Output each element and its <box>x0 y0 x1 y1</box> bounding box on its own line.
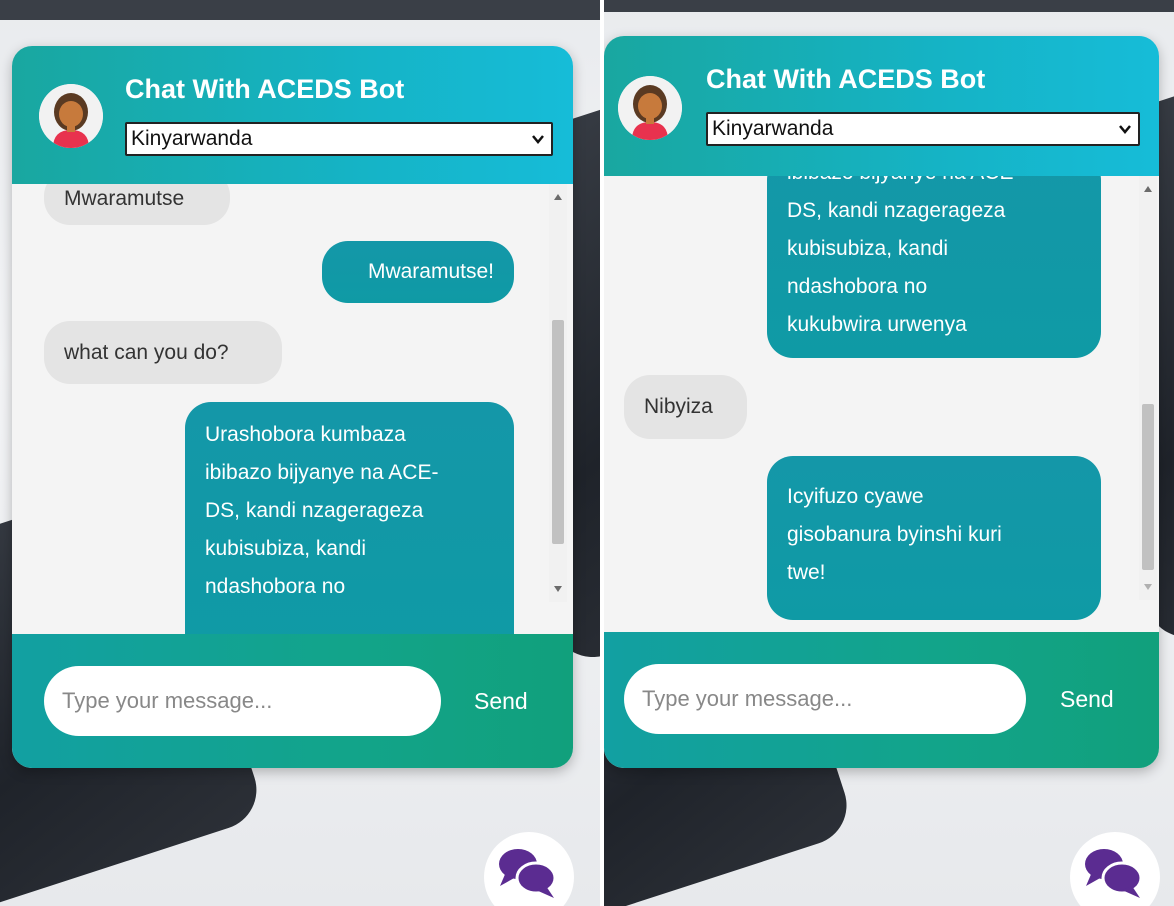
scroll-down-arrow[interactable] <box>554 586 562 592</box>
language-select-value: Kinyarwanda <box>712 117 834 140</box>
bot-message: Mwaramutse <box>44 184 230 225</box>
chat-window: Chat With ACEDS Bot Kinyarwanda ibibazo … <box>604 36 1159 768</box>
bot-message: what can you do? <box>44 321 282 384</box>
language-select[interactable]: Kinyarwanda <box>706 112 1140 146</box>
chat-title: Chat With ACEDS Bot <box>706 64 986 94</box>
bot-message: Nibyiza <box>624 375 747 439</box>
chat-window: Chat With ACEDS Bot Kinyarwanda Mwaramut… <box>12 46 573 768</box>
user-message: ibibazo bijyanye na ACE- DS, kandi nzage… <box>767 176 1101 358</box>
message-input[interactable]: Type your message... <box>44 666 441 736</box>
message-list: Mwaramutse Mwaramutse! what can you do? … <box>12 184 547 634</box>
message-scrollbar[interactable] <box>549 184 567 602</box>
chat-footer: Type your message... Send <box>12 634 573 768</box>
message-scrollbar[interactable] <box>1139 176 1157 600</box>
scroll-thumb[interactable] <box>552 320 564 544</box>
chat-title: Chat With ACEDS Bot <box>125 74 405 104</box>
user-message: Icyifuzo cyawe gisobanura byinshi kuri t… <box>767 456 1101 620</box>
left-screenshot: Chat With ACEDS Bot Kinyarwanda Mwaramut… <box>0 0 600 906</box>
top-strip <box>0 0 600 20</box>
send-button[interactable]: Send <box>474 688 528 715</box>
language-select-value: Kinyarwanda <box>131 127 253 150</box>
message-list: ibibazo bijyanye na ACE- DS, kandi nzage… <box>604 176 1138 636</box>
scroll-down-arrow[interactable] <box>1144 584 1152 590</box>
chat-footer: Type your message... Send <box>604 632 1159 768</box>
woman-avatar-icon <box>39 84 103 148</box>
chat-bubbles-icon <box>1085 849 1143 898</box>
user-message: Urashobora kumbaza ibibazo bijyanye na A… <box>185 402 514 634</box>
language-select[interactable]: Kinyarwanda <box>125 122 553 156</box>
scroll-up-arrow[interactable] <box>1144 186 1152 192</box>
scroll-thumb[interactable] <box>1142 404 1154 570</box>
scroll-up-arrow[interactable] <box>554 194 562 200</box>
message-input[interactable]: Type your message... <box>624 664 1026 734</box>
chat-header: Chat With ACEDS Bot Kinyarwanda <box>12 46 573 184</box>
user-message: Mwaramutse! <box>322 241 514 303</box>
chat-toggle-button[interactable] <box>1070 832 1160 906</box>
top-strip <box>604 0 1174 12</box>
chat-bubbles-icon <box>499 849 557 898</box>
chat-header: Chat With ACEDS Bot Kinyarwanda <box>604 36 1159 176</box>
chevron-down-icon <box>1119 125 1131 134</box>
send-button[interactable]: Send <box>1060 686 1114 713</box>
chevron-down-icon <box>532 135 544 144</box>
woman-avatar-icon <box>618 76 682 140</box>
chat-toggle-button[interactable] <box>484 832 574 906</box>
right-screenshot: Chat With ACEDS Bot Kinyarwanda ibibazo … <box>604 0 1174 906</box>
